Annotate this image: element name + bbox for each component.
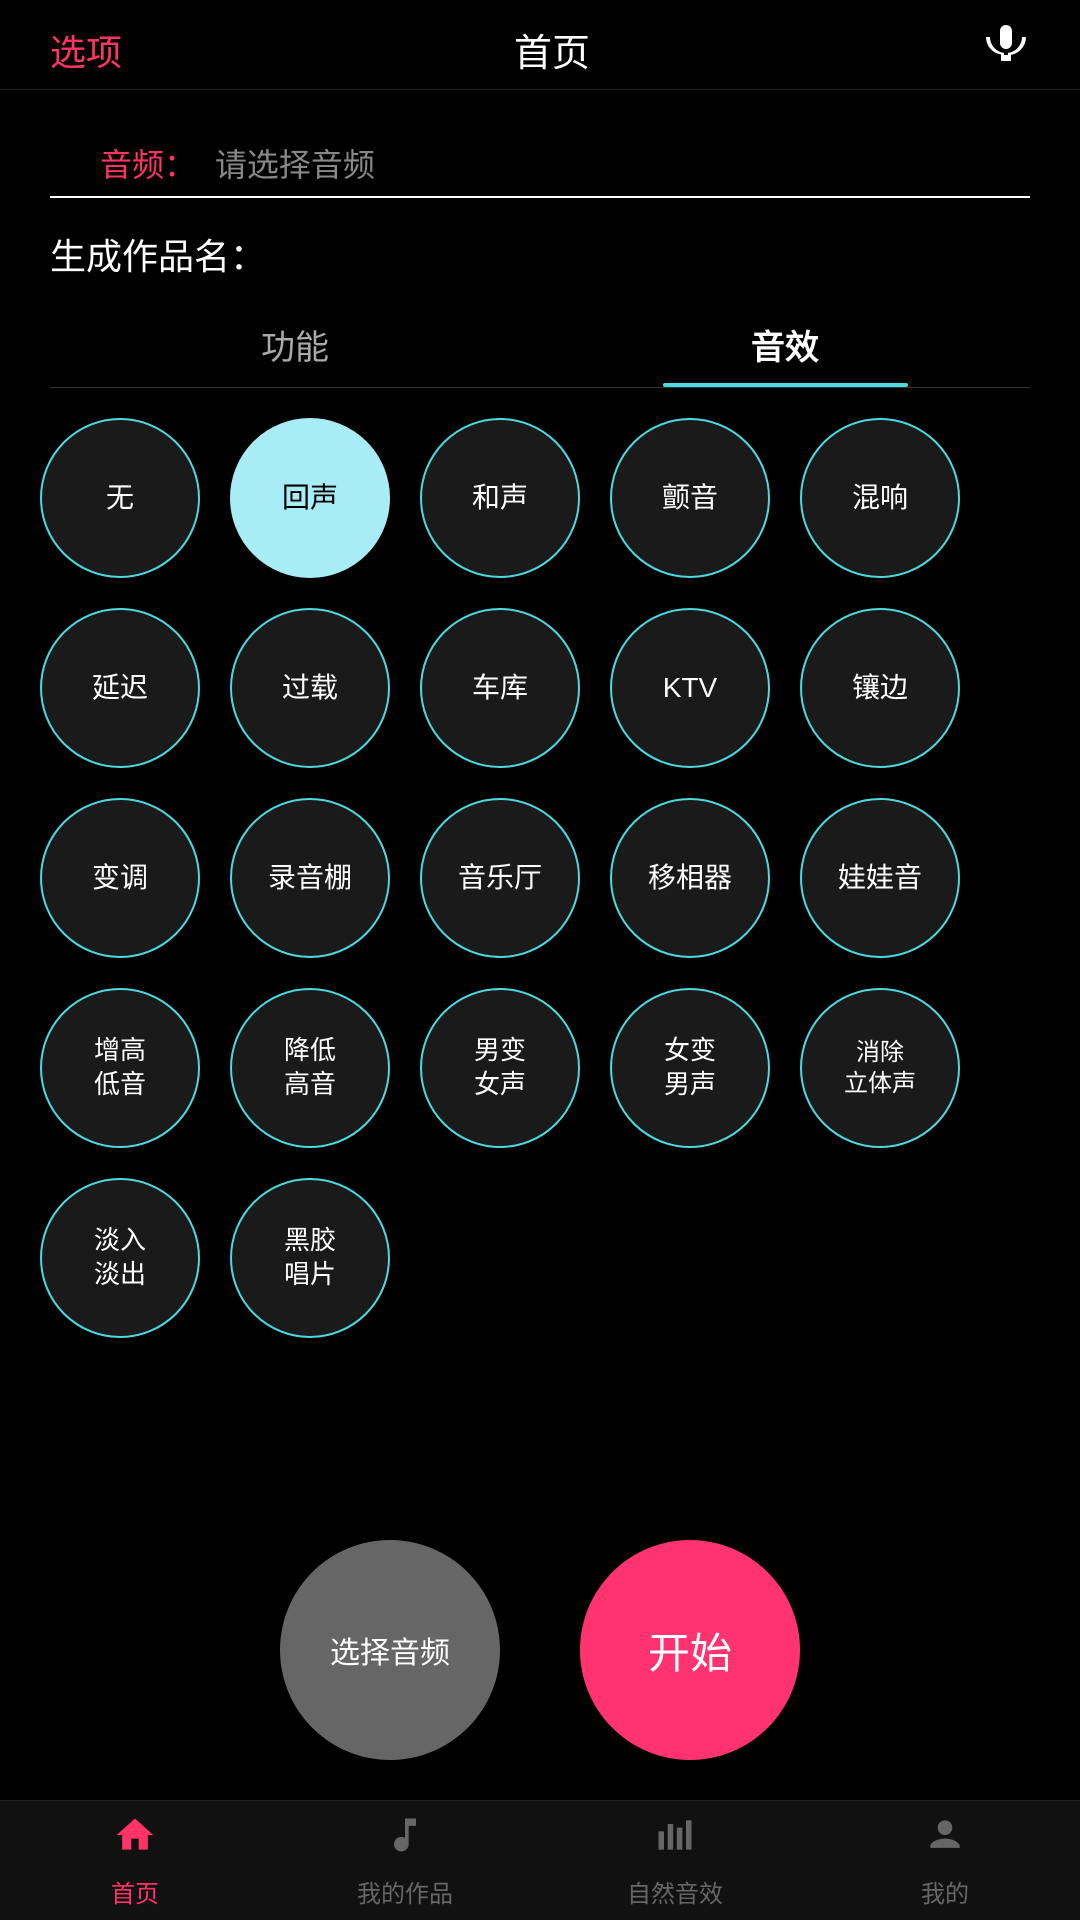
effect-garage[interactable]: 车库: [420, 608, 580, 768]
effect-hall[interactable]: 音乐厅: [420, 798, 580, 958]
select-audio-button[interactable]: 选择音频: [280, 1540, 500, 1760]
nav-home-label: 首页: [111, 1874, 159, 1909]
nav-profile[interactable]: 我的: [810, 1801, 1080, 1920]
effect-harmony[interactable]: 和声: [420, 418, 580, 578]
user-icon: [923, 1813, 967, 1868]
effect-pitch[interactable]: 变调: [40, 798, 200, 958]
effect-phaser[interactable]: 移相器: [610, 798, 770, 958]
nav-home[interactable]: 首页: [0, 1801, 270, 1920]
effect-female-male[interactable]: 女变男声: [610, 988, 770, 1148]
effect-row-1: 无 回声 和声 颤音 混响: [40, 418, 1040, 578]
effect-row-3: 变调 录音棚 音乐厅 移相器 娃娃音: [40, 798, 1040, 958]
nav-sfx-label: 自然音效: [627, 1874, 723, 1909]
action-row: 选择音频 开始: [0, 1510, 1080, 1800]
effect-delay[interactable]: 延迟: [40, 608, 200, 768]
effect-vinyl[interactable]: 黑胶唱片: [230, 1178, 390, 1338]
options-button[interactable]: 选项: [50, 24, 122, 76]
effect-studio[interactable]: 录音棚: [230, 798, 390, 958]
effect-remove-3d[interactable]: 消除立体声: [800, 988, 960, 1148]
effect-treble-cut[interactable]: 降低高音: [230, 988, 390, 1148]
work-name-label: 生成作品名：: [50, 236, 266, 277]
effect-fade[interactable]: 淡入淡出: [40, 1178, 200, 1338]
audio-section: 音频： 请选择音频: [50, 110, 1030, 198]
effect-chipmunk[interactable]: 娃娃音: [800, 798, 960, 958]
effect-grid: 无 回声 和声 颤音 混响 延迟 过载 车库 KTV 镶边 变调 录音棚 音乐厅…: [0, 388, 1080, 1510]
bars-icon: [653, 1813, 697, 1868]
mic-icon[interactable]: [982, 21, 1030, 79]
work-name-section: 生成作品名：: [0, 198, 1080, 290]
effect-reverb[interactable]: 混响: [800, 418, 960, 578]
effect-ktv[interactable]: KTV: [610, 608, 770, 768]
tab-function[interactable]: 功能: [50, 300, 540, 387]
tabs-container: 功能 音效: [50, 300, 1030, 388]
page-title: 首页: [514, 22, 590, 77]
audio-placeholder: 请选择音频: [215, 147, 375, 183]
effect-overdrive[interactable]: 过载: [230, 608, 390, 768]
nav-sfx[interactable]: 自然音效: [540, 1801, 810, 1920]
effect-male-female[interactable]: 男变女声: [420, 988, 580, 1148]
effect-echo[interactable]: 回声: [230, 418, 390, 578]
start-button[interactable]: 开始: [580, 1540, 800, 1760]
tab-effect[interactable]: 音效: [540, 300, 1030, 387]
music-icon: [383, 1813, 427, 1868]
nav-profile-label: 我的: [921, 1874, 969, 1909]
effect-flanger[interactable]: 镶边: [800, 608, 960, 768]
nav-works[interactable]: 我的作品: [270, 1801, 540, 1920]
bottom-nav: 首页 我的作品 自然音效 我的: [0, 1800, 1080, 1920]
audio-label[interactable]: 音频： 请选择音频: [100, 140, 980, 186]
home-icon: [113, 1813, 157, 1868]
effect-row-5: 淡入淡出 黑胶唱片: [40, 1178, 1040, 1338]
audio-tag: 音频：: [100, 147, 196, 183]
effect-tremolo[interactable]: 颤音: [610, 418, 770, 578]
effect-bass-boost[interactable]: 增高低音: [40, 988, 200, 1148]
effect-row-2: 延迟 过载 车库 KTV 镶边: [40, 608, 1040, 768]
nav-works-label: 我的作品: [357, 1874, 453, 1909]
effect-row-4: 增高低音 降低高音 男变女声 女变男声 消除立体声: [40, 988, 1040, 1148]
effect-none[interactable]: 无: [40, 418, 200, 578]
header: 选项 首页: [0, 0, 1080, 90]
